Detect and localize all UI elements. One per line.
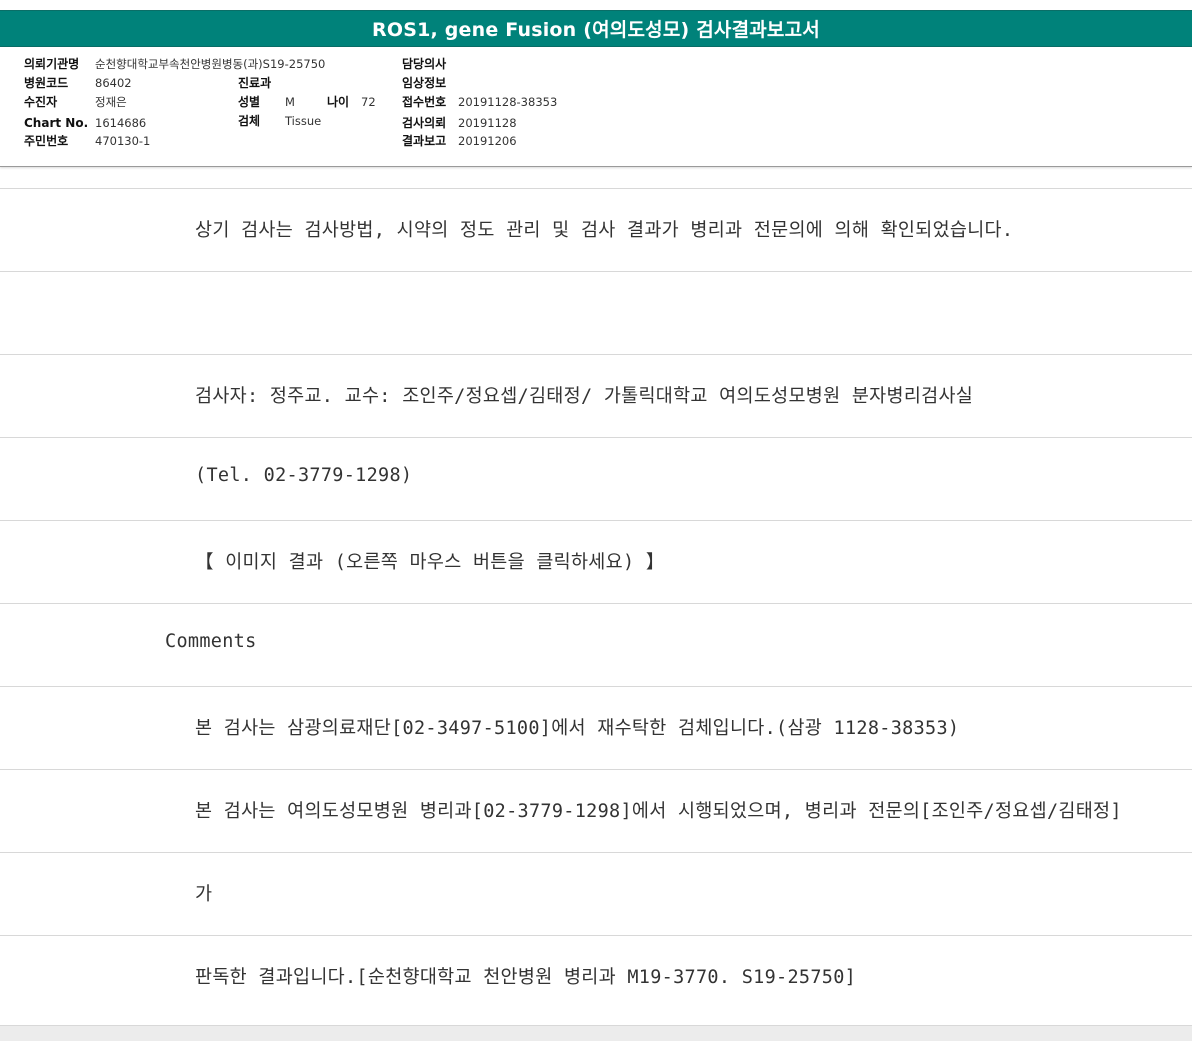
report-title-bar: ROS1, gene Fusion (여의도성모) 검사결과보고서 bbox=[0, 10, 1192, 47]
request-date-label: 검사의뢰 bbox=[402, 116, 447, 130]
chart-no-value: 1614686 bbox=[95, 116, 147, 130]
image-result-link[interactable]: 【 이미지 결과 (오른쪽 마우스 버튼을 클릭하세요) 】 bbox=[195, 548, 665, 574]
receipt-no-value: 20191128-38353 bbox=[458, 95, 558, 109]
clinical-info-label: 임상정보 bbox=[402, 76, 447, 90]
request-date-value: 20191128 bbox=[458, 116, 517, 130]
report-line: 검사자: 정주교. 교수: 조인주/정요셉/김태정/ 가톨릭대학교 여의도성모병… bbox=[0, 354, 1192, 437]
department-label: 진료과 bbox=[238, 76, 272, 90]
specimen-value: Tissue bbox=[285, 114, 322, 128]
report-line: 본 검사는 여의도성모병원 병리과[02-3779-1298]에서 시행되었으며… bbox=[0, 769, 1192, 852]
comments-heading: Comments bbox=[165, 631, 257, 652]
report-line: 가 bbox=[0, 852, 1192, 935]
report-line bbox=[0, 271, 1192, 354]
report-line-text: 판독한 결과입니다.[순천향대학교 천안병원 병리과 M19-3770. S19… bbox=[195, 967, 857, 988]
hospital-code-label: 병원코드 bbox=[24, 76, 69, 90]
resident-no-value: 470130-1 bbox=[95, 134, 151, 148]
report-line: 상기 검사는 검사방법, 시약의 정도 관리 및 검사 결과가 병리과 전문의에… bbox=[0, 188, 1192, 271]
receipt-no-label: 접수번호 bbox=[402, 95, 447, 109]
doctor-label: 담당의사 bbox=[402, 57, 447, 71]
age-label: 나이 bbox=[327, 95, 350, 109]
report-line-text: (Tel. 02-3779-1298) bbox=[195, 465, 413, 486]
report-line: 본 검사는 삼광의료재단[02-3497-5100]에서 재수탁한 검체입니다.… bbox=[0, 686, 1192, 769]
report-line-text: 본 검사는 여의도성모병원 병리과[02-3779-1298]에서 시행되었으며… bbox=[195, 801, 1122, 822]
examinee-label: 수진자 bbox=[24, 95, 58, 109]
examinee-value: 정재은 bbox=[95, 95, 127, 109]
report-line-text: 가 bbox=[195, 884, 213, 905]
age-value: 72 bbox=[361, 95, 376, 109]
report-line: (Tel. 02-3779-1298) bbox=[0, 437, 1192, 520]
specimen-label: 검체 bbox=[238, 114, 261, 128]
report-date-label: 결과보고 bbox=[402, 134, 447, 148]
report-line-text: 검사자: 정주교. 교수: 조인주/정요셉/김태정/ 가톨릭대학교 여의도성모병… bbox=[195, 386, 974, 407]
report-body: 상기 검사는 검사방법, 시약의 정도 관리 및 검사 결과가 병리과 전문의에… bbox=[0, 188, 1192, 1018]
institution-label: 의뢰기관명 bbox=[24, 57, 80, 71]
sex-value: M bbox=[285, 95, 295, 109]
institution-value: 순천향대학교부속천안병원병동(과)S19-25750 bbox=[95, 57, 326, 71]
report-line: 판독한 결과입니다.[순천향대학교 천안병원 병리과 M19-3770. S19… bbox=[0, 935, 1192, 1018]
chart-no-label: Chart No. bbox=[24, 116, 89, 130]
resident-no-label: 주민번호 bbox=[24, 134, 69, 148]
image-result-link-row[interactable]: 【 이미지 결과 (오른쪽 마우스 버튼을 클릭하세요) 】 bbox=[0, 520, 1192, 603]
report-date-value: 20191206 bbox=[458, 134, 517, 148]
hospital-code-value: 86402 bbox=[95, 76, 132, 90]
sex-label: 성별 bbox=[238, 95, 261, 109]
report-line-text: 본 검사는 삼광의료재단[02-3497-5100]에서 재수탁한 검체입니다.… bbox=[195, 718, 960, 739]
bottom-bar bbox=[0, 1025, 1192, 1041]
report-title: ROS1, gene Fusion (여의도성모) 검사결과보고서 bbox=[372, 19, 820, 41]
report-line-text: 상기 검사는 검사방법, 시약의 정도 관리 및 검사 결과가 병리과 전문의에… bbox=[195, 220, 1014, 241]
patient-info-panel: 의뢰기관명 순천향대학교부속천안병원병동(과)S19-25750 병원코드 86… bbox=[0, 47, 1192, 167]
comments-heading-row: Comments bbox=[0, 603, 1192, 686]
